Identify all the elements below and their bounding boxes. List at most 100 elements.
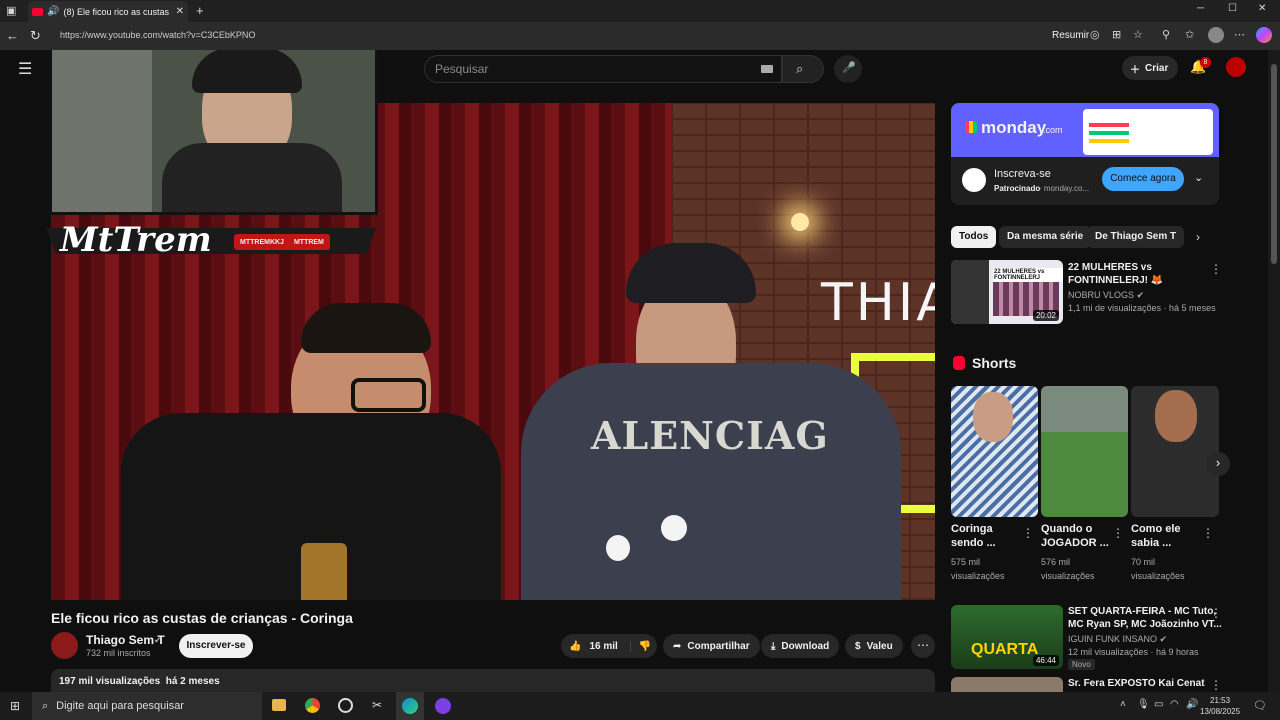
wifi-icon[interactable]: ◠ bbox=[1170, 699, 1179, 710]
file-explorer-icon[interactable] bbox=[272, 699, 286, 711]
rec1-menu-icon[interactable]: ⋮ bbox=[1210, 262, 1222, 276]
taskbar-clock[interactable]: 21:53 13/08/2025 bbox=[1200, 695, 1240, 717]
short-1-thumbnail[interactable] bbox=[951, 386, 1038, 517]
capcut-icon[interactable]: ✂ bbox=[372, 698, 382, 712]
tab-actions-icon[interactable]: ▣ bbox=[6, 4, 16, 17]
short-3-views-label: visualizações bbox=[1131, 571, 1185, 581]
view-count: 197 mil visualizações bbox=[59, 676, 161, 687]
ad-sponsored: Patrocinado bbox=[994, 184, 1041, 193]
rec1-thumbnail[interactable]: 22 MULHERES vs FONTINNELERJ 20:02 bbox=[951, 260, 1063, 324]
rec1-channel[interactable]: NOBRU VLOGS ✔ bbox=[1068, 290, 1144, 301]
edge-icon[interactable] bbox=[402, 698, 418, 714]
chip-channel[interactable]: De Thiago Sem T bbox=[1087, 226, 1185, 248]
maximize-icon[interactable]: ☐ bbox=[1228, 3, 1237, 14]
rec3-thumbnail[interactable] bbox=[951, 677, 1063, 692]
favorites-icon[interactable]: ✩ bbox=[1185, 28, 1194, 41]
ad-banner: monday .com bbox=[951, 103, 1219, 157]
like-button[interactable]: 👍 16 mil bbox=[561, 641, 618, 652]
share-button[interactable]: ➦ Compartilhar bbox=[663, 634, 760, 658]
search-button[interactable]: ⌕ bbox=[782, 55, 824, 83]
hoodie-print: ALENCIAG bbox=[591, 413, 829, 458]
rec2-stats: 12 mil visualizações · há 9 horas bbox=[1068, 647, 1199, 657]
rec2-title[interactable]: SET QUARTA-FEIRA - MC Tuto, MC Ryan SP, … bbox=[1068, 605, 1222, 631]
short-3-title-line2: sabia ... bbox=[1131, 537, 1172, 549]
speaker-icon[interactable]: 🔊 bbox=[47, 6, 59, 17]
menu-hamburger-icon[interactable]: ☰ bbox=[18, 59, 32, 79]
short-2-title[interactable]: Quando o JOGADOR ... bbox=[1041, 522, 1109, 550]
scrollbar-thumb[interactable] bbox=[1271, 64, 1277, 264]
rec2-channel[interactable]: IGUIN FUNK INSANO ✔ bbox=[1068, 634, 1167, 645]
chip-same-series[interactable]: Da mesma série bbox=[999, 226, 1092, 248]
rec1-title[interactable]: 22 MULHERES vs FONTINNELERJ! 🦊 bbox=[1068, 261, 1163, 287]
copilot-sidebar-icon[interactable] bbox=[1256, 27, 1272, 43]
rec2-menu-icon[interactable]: ⋮ bbox=[1210, 606, 1222, 620]
short-2-title-line1: Quando o bbox=[1041, 523, 1093, 535]
ad-cta-button[interactable]: Comece agora bbox=[1102, 167, 1184, 191]
thanks-button[interactable]: $ Valeu bbox=[845, 634, 903, 658]
rec1-thumb-caption: 22 MULHERES vs FONTINNELERJ bbox=[993, 268, 1063, 282]
obs-icon[interactable] bbox=[338, 698, 353, 713]
ad-card[interactable]: monday .com Inscreva-se Patrocinado · mo… bbox=[951, 103, 1219, 205]
new-tab-icon[interactable]: + bbox=[196, 3, 204, 18]
thanks-label: Valeu bbox=[866, 640, 893, 652]
windows-start-icon[interactable]: ⊞ bbox=[10, 699, 20, 713]
video-title: Ele ficou rico as custas de crianças - C… bbox=[51, 610, 353, 626]
address-bar[interactable]: https://www.youtube.com/watch?v=C3CEbKPN… bbox=[60, 30, 255, 40]
profile-avatar[interactable] bbox=[1208, 27, 1224, 43]
keyboard-icon[interactable] bbox=[761, 65, 773, 73]
search-input[interactable]: Pesquisar bbox=[424, 55, 782, 83]
notification-center-icon[interactable]: 🗨 bbox=[1253, 699, 1267, 712]
short-2-menu-icon[interactable]: ⋮ bbox=[1112, 526, 1124, 540]
rec3-title[interactable]: Sr. Fera EXPOSTO Kai Cenat bbox=[1068, 677, 1205, 690]
short-3-title[interactable]: Como ele sabia ... bbox=[1131, 522, 1181, 550]
taskbar-search-box[interactable]: ⌕ Digite aqui para pesquisar bbox=[32, 692, 262, 720]
discord-icon[interactable] bbox=[435, 698, 451, 714]
short-1-menu-icon[interactable]: ⋮ bbox=[1022, 526, 1034, 540]
egg-left bbox=[606, 535, 630, 561]
rec3-menu-icon[interactable]: ⋮ bbox=[1210, 678, 1222, 692]
dislike-button[interactable]: 👎 bbox=[629, 640, 651, 652]
channel-avatar[interactable] bbox=[51, 632, 78, 659]
download-label: Download bbox=[781, 640, 830, 652]
refresh-icon[interactable]: ↻ bbox=[30, 28, 41, 44]
short-3-menu-icon[interactable]: ⋮ bbox=[1202, 526, 1214, 540]
short-1-title[interactable]: Coringa sendo ... bbox=[951, 522, 996, 550]
close-tab-icon[interactable]: ✕ bbox=[176, 6, 184, 17]
voice-search-button[interactable]: 🎤 bbox=[834, 55, 862, 83]
chips-next-chevron-icon[interactable]: › bbox=[1196, 230, 1200, 244]
favorite-star-icon[interactable]: ☆ bbox=[1133, 28, 1143, 41]
network-icon[interactable]: ▭ bbox=[1154, 699, 1163, 710]
rec2-thumbnail[interactable]: QUARTA 46:44 bbox=[951, 605, 1063, 669]
resumir-button[interactable]: Resumir bbox=[1052, 30, 1089, 41]
page-scrollbar[interactable] bbox=[1268, 50, 1280, 692]
copilot-icon[interactable]: ◎ bbox=[1090, 28, 1100, 41]
close-window-icon[interactable]: ✕ bbox=[1258, 3, 1266, 14]
more-menu-icon[interactable]: ⋯ bbox=[1234, 28, 1245, 41]
minimize-icon[interactable]: ─ bbox=[1197, 3, 1204, 14]
subscribe-button[interactable]: Inscrever-se bbox=[179, 634, 253, 658]
tray-chevron-up-icon[interactable]: ˄ bbox=[1120, 699, 1126, 710]
short-2-thumbnail[interactable] bbox=[1041, 386, 1128, 517]
ad-expand-chevron-icon[interactable]: ⌄ bbox=[1194, 171, 1203, 184]
apps-icon[interactable]: ⊞ bbox=[1112, 28, 1121, 41]
rec2-thumb-text: QUARTA bbox=[971, 641, 1039, 658]
more-actions-icon[interactable]: ⋯ bbox=[911, 634, 935, 658]
streamer-banner: MtTrem MTTREMKKJ MTTREM bbox=[46, 220, 376, 260]
shorts-next-arrow-icon[interactable]: › bbox=[1206, 452, 1230, 476]
channel-name[interactable]: Thiago Sem T bbox=[86, 633, 165, 647]
browser-tab[interactable]: 🔊 (8) Ele ficou rico as custas de ✕ bbox=[28, 1, 188, 22]
chip-todos[interactable]: Todos bbox=[951, 226, 997, 248]
chrome-icon[interactable] bbox=[305, 698, 320, 713]
mic-tray-icon[interactable]: 🎙 bbox=[1137, 699, 1150, 710]
account-avatar[interactable] bbox=[1226, 57, 1246, 77]
download-button[interactable]: ⤓ Download bbox=[761, 634, 840, 658]
create-label: Criar bbox=[1145, 62, 1169, 74]
volume-icon[interactable]: 🔊 bbox=[1186, 699, 1198, 710]
description-box[interactable]: 197 mil visualizações há 2 meses bbox=[51, 669, 935, 692]
create-button[interactable]: ＋ Criar bbox=[1122, 56, 1178, 80]
clock-date: 13/08/2025 bbox=[1200, 707, 1241, 716]
short-3-thumbnail[interactable] bbox=[1131, 386, 1219, 517]
youtube-favicon-icon bbox=[32, 7, 43, 16]
back-icon[interactable]: ← bbox=[6, 28, 19, 43]
extensions-icon[interactable]: ⚲ bbox=[1162, 28, 1170, 41]
